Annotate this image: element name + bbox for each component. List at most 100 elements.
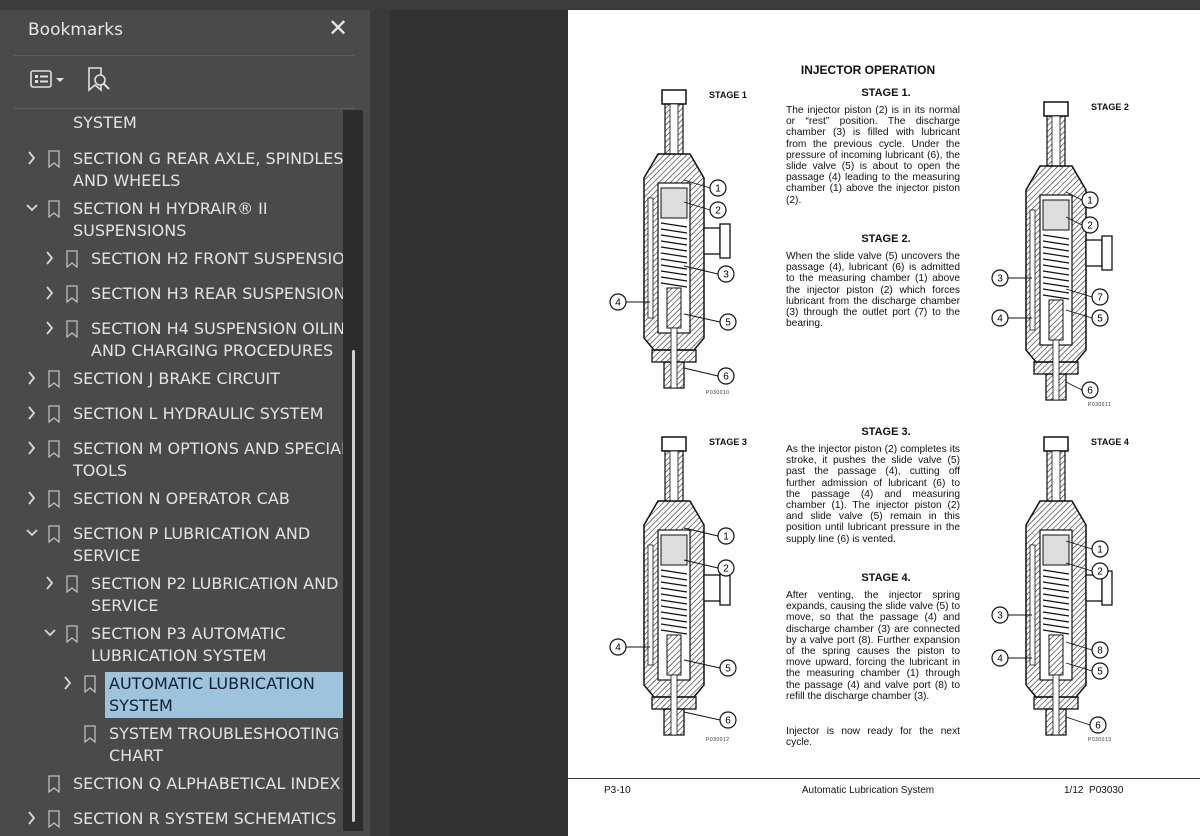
find-current-bookmark-button[interactable] (86, 66, 112, 92)
bookmark-item[interactable]: SECTION H2 FRONT SUSPENSIONS (0, 248, 343, 270)
stage-2-title: STAGE 2. (861, 233, 911, 245)
bookmark-icon (48, 405, 60, 424)
close-panel-button[interactable]: ✕ (327, 17, 349, 41)
callout-number: 1 (1097, 545, 1103, 556)
bookmark-item[interactable]: SECTION G REAR AXLE, SPINDLES AND WHEELS (0, 148, 343, 192)
callout-number: 6 (723, 372, 729, 383)
list-options-icon (30, 70, 64, 88)
chevron-right-icon[interactable] (43, 318, 57, 338)
bookmark-label: SECTION H3 REAR SUSPENSIONS (91, 284, 343, 303)
chevron-right-icon[interactable] (25, 403, 39, 423)
bookmark-icon (48, 490, 60, 509)
callout-number: 5 (1097, 667, 1103, 678)
injector-cross-section: 1 2 3 4 5 6 (609, 89, 737, 389)
callout-number: 8 (1097, 646, 1103, 657)
callout-number: 2 (1097, 567, 1103, 578)
figure-stage-label: STAGE 4 (1091, 437, 1129, 447)
callout-number: 4 (615, 643, 621, 654)
bookmark-item[interactable]: SECTION P3 AUTOMATIC LUBRICATION SYSTEM (0, 623, 343, 667)
bookmark-item[interactable]: SYSTEM TROUBLESHOOTING CHART (0, 723, 343, 767)
bookmark-item[interactable]: SECTION H3 REAR SUSPENSIONS (0, 283, 343, 305)
bookmark-icon (48, 200, 60, 219)
bookmark-icon (66, 285, 78, 304)
chevron-right-icon[interactable] (25, 148, 39, 168)
scrollbar-thumb[interactable] (352, 350, 355, 822)
callout-number: 3 (997, 274, 1003, 285)
bookmark-item[interactable]: SYSTEM (0, 112, 343, 134)
bookmark-item[interactable]: SECTION R SYSTEM SCHEMATICS (0, 808, 343, 830)
bookmark-item[interactable]: SECTION M OPTIONS AND SPECIAL TOOLS (0, 438, 343, 482)
chevron-right-icon[interactable] (43, 283, 57, 303)
stage-3-title: STAGE 3. (861, 426, 911, 438)
bookmark-label: SECTION M OPTIONS AND SPECIAL TOOLS (73, 439, 343, 480)
bookmark-label: SECTION P2 LUBRICATION AND SERVICE (91, 574, 339, 615)
figure-stage-label: STAGE 1 (709, 90, 747, 100)
figure-number: P030013 (1088, 737, 1112, 743)
figure-stage-label: STAGE 3 (709, 437, 747, 447)
bookmark-label: AUTOMATIC LUBRICATION SYSTEM (109, 674, 315, 715)
figure-number: P030011 (1088, 402, 1112, 408)
bookmark-label: SECTION P LUBRICATION AND SERVICE (73, 524, 311, 565)
bookmark-icon (66, 320, 78, 339)
bookmark-label: SECTION R SYSTEM SCHEMATICS (73, 809, 337, 828)
callout-number: 1 (1087, 196, 1093, 207)
document-page: INJECTOR OPERATION STAGE 1. The injector… (568, 10, 1200, 836)
bookmark-icon (66, 625, 78, 644)
callout-number: 1 (715, 184, 721, 195)
stage-4-title: STAGE 4. (861, 572, 911, 584)
bookmark-label: SECTION H2 FRONT SUSPENSIONS (91, 249, 343, 268)
bookmark-label: SECTION P3 AUTOMATIC LUBRICATION SYSTEM (91, 624, 286, 665)
callout-number: 2 (715, 206, 721, 217)
injector-figure-stage-2: 1 2 3 4 5 6 7 STAGE 2 P030011 (988, 100, 1138, 410)
bookmark-item[interactable]: SECTION P2 LUBRICATION AND SERVICE (0, 573, 343, 617)
chevron-right-icon[interactable] (25, 438, 39, 458)
callout-number: 1 (723, 532, 729, 543)
bookmark-label: SECTION Q ALPHABETICAL INDEX (73, 774, 341, 793)
bookmark-item[interactable]: AUTOMATIC LUBRICATION SYSTEM (0, 672, 343, 718)
bookmark-label: SYSTEM (73, 113, 137, 132)
bookmark-label: SYSTEM TROUBLESHOOTING CHART (109, 724, 340, 765)
bookmark-item[interactable]: SECTION J BRAKE CIRCUIT (0, 368, 343, 390)
options-menu-button[interactable] (30, 68, 70, 90)
figure-number: P030010 (706, 390, 730, 396)
bookmark-tree: SYSTEM SECTION G REAR AXLE, SPINDLES AND … (0, 110, 343, 831)
bookmark-label: SECTION H4 SUSPENSION OILING AND CHARGIN… (91, 319, 343, 360)
chevron-down-icon[interactable] (25, 198, 39, 218)
chevron-right-icon[interactable] (25, 808, 39, 828)
injector-figure-stage-4: 1 2 3 4 5 6 8 STAGE 4 P030013 (988, 435, 1138, 745)
bookmark-item[interactable]: SECTION Q ALPHABETICAL INDEX (0, 773, 343, 795)
chevron-down-icon[interactable] (43, 623, 57, 643)
bookmark-item[interactable]: SECTION H HYDRAIR® II SUSPENSIONS (0, 198, 343, 242)
bookmark-icon (48, 440, 60, 459)
injector-figure-stage-3: 1 2 4 5 6 STAGE 3 P030012 (606, 435, 756, 745)
callout-number: 2 (723, 564, 729, 575)
chevron-down-icon[interactable] (25, 523, 39, 543)
bookmark-icon (48, 775, 60, 794)
bookmarks-panel: Bookmarks ✕ SYSTEM SECTION G REAR AXLE, S… (0, 10, 370, 836)
chevron-right-icon[interactable] (43, 573, 57, 593)
chevron-right-icon[interactable] (43, 248, 57, 268)
bookmark-item[interactable]: SECTION L HYDRAULIC SYSTEM (0, 403, 343, 425)
callout-number: 4 (615, 298, 621, 309)
footer-rule (568, 778, 1200, 779)
injector-cross-section: 1 2 3 4 5 6 7 (991, 101, 1113, 401)
chevron-right-icon[interactable] (25, 488, 39, 508)
panel-splitter[interactable]: ◀ (370, 10, 754, 836)
bookmark-item[interactable]: SECTION P LUBRICATION AND SERVICE (0, 523, 343, 567)
bookmark-label: SECTION N OPERATOR CAB (73, 489, 290, 508)
bookmark-label: SECTION J BRAKE CIRCUIT (73, 369, 281, 388)
find-bookmark-icon (88, 67, 110, 92)
toolbar-divider (14, 108, 354, 109)
callout-number: 5 (725, 318, 731, 329)
bookmark-item[interactable]: SECTION N OPERATOR CAB (0, 488, 343, 510)
callout-number: 3 (997, 611, 1003, 622)
footer-page-number: P3-10 (604, 785, 631, 796)
callout-number: 2 (1087, 221, 1093, 232)
bookmark-icon (48, 150, 60, 169)
bookmark-icon (84, 725, 96, 744)
chevron-right-icon[interactable] (61, 673, 75, 693)
stage-1-title: STAGE 1. (861, 87, 911, 99)
bookmark-item[interactable]: SECTION H4 SUSPENSION OILING AND CHARGIN… (0, 318, 343, 362)
closing-text: Injector is now ready for the next cycle… (786, 726, 960, 749)
chevron-right-icon[interactable] (25, 368, 39, 388)
